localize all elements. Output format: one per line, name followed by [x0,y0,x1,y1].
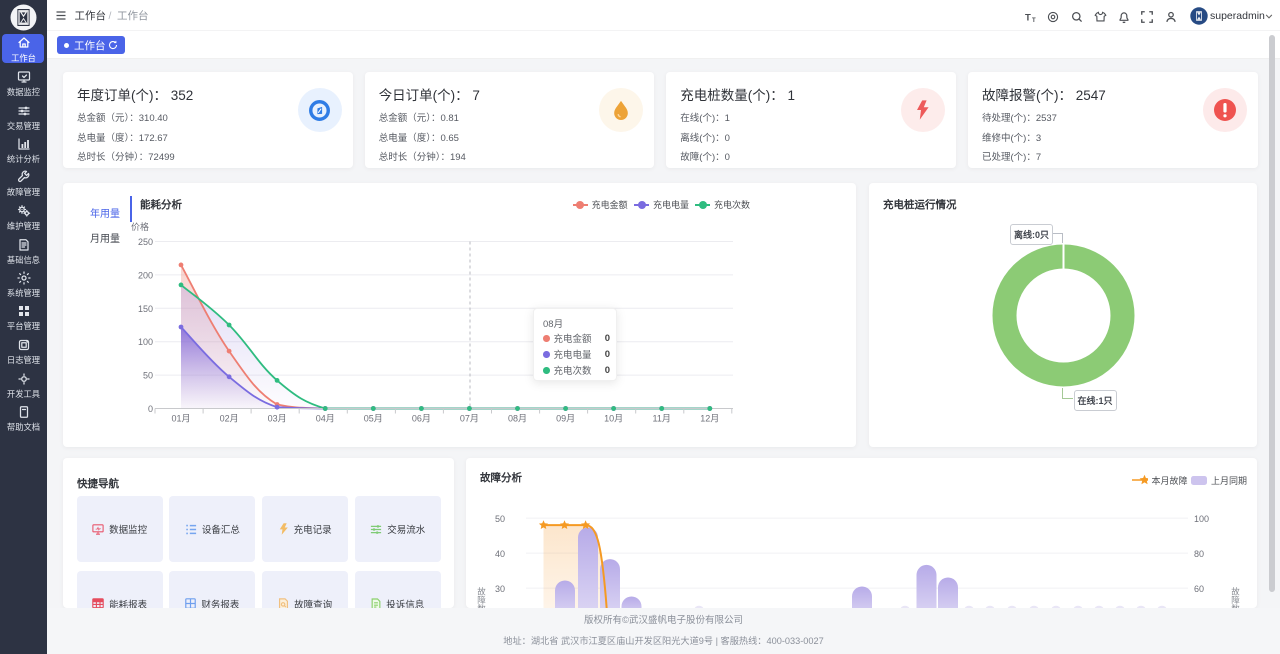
svg-text:T: T [1032,18,1036,23]
svg-text:05月: 05月 [364,414,383,424]
svg-text:50: 50 [143,371,153,381]
svg-text:30: 30 [495,584,505,594]
svg-text:0: 0 [148,404,153,414]
svg-text:250: 250 [138,237,153,247]
svg-text:价格: 价格 [131,221,149,232]
svg-text:12月: 12月 [700,414,719,424]
svg-text:200: 200 [138,270,153,280]
svg-text:01月: 01月 [171,414,190,424]
svg-text:09月: 09月 [556,414,575,424]
svg-text:故障数（个）: 故障数（个） [477,586,487,608]
svg-text:100: 100 [1194,514,1209,524]
svg-text:10月: 10月 [604,414,623,424]
svg-text:07月: 07月 [460,414,479,424]
svg-text:150: 150 [138,304,153,314]
svg-text:50: 50 [495,514,505,524]
svg-text:故障数（个）: 故障数（个） [1231,586,1241,608]
svg-text:08月: 08月 [508,414,527,424]
svg-text:02月: 02月 [220,414,239,424]
svg-text:04月: 04月 [316,414,335,424]
svg-text:60: 60 [1194,584,1204,594]
svg-text:11月: 11月 [653,414,671,424]
svg-text:40: 40 [495,549,505,559]
svg-text:06月: 06月 [412,414,431,424]
svg-text:T: T [1025,13,1031,24]
svg-text:100: 100 [138,337,153,347]
svg-text:80: 80 [1194,549,1204,559]
svg-text:03月: 03月 [268,414,287,424]
